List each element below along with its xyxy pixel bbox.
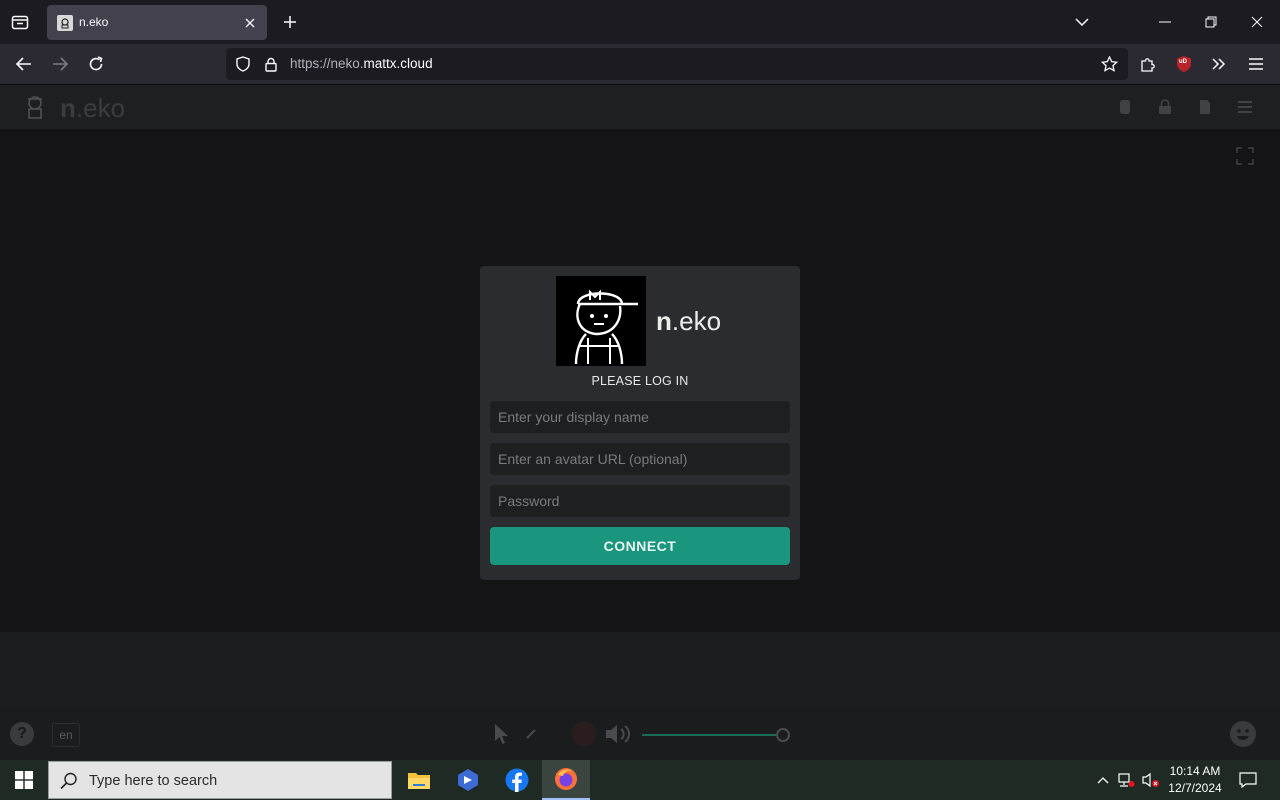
browser-tab-active[interactable]: n.eko <box>47 5 267 40</box>
file-icon[interactable] <box>1195 97 1215 117</box>
volume-muted-icon[interactable] <box>1141 770 1161 790</box>
notification-center-icon[interactable] <box>1236 768 1260 792</box>
search-icon <box>60 772 77 790</box>
new-tab-icon[interactable] <box>280 12 300 32</box>
volume-slider-track[interactable] <box>642 734 782 736</box>
chat-area <box>0 632 1280 706</box>
url-domain: mattx.cloud <box>363 56 433 71</box>
app-header: n.eko <box>0 85 1280 129</box>
minimize-icon[interactable] <box>1153 10 1177 34</box>
power-automate-icon[interactable] <box>444 760 492 800</box>
url-prefix: https://neko. <box>290 56 364 71</box>
help-glyph: ? <box>17 725 27 742</box>
more-tools-chevron-icon[interactable] <box>1207 52 1231 76</box>
list-all-tabs-icon[interactable] <box>1072 12 1092 32</box>
clock-date: 12/7/2024 <box>1168 781 1222 795</box>
show-hidden-icons-chevron-icon[interactable] <box>1093 770 1113 790</box>
login-brand-rest: .eko <box>671 306 722 336</box>
browser-nav-bar: https://neko.mattx.cloud uD <box>0 44 1280 85</box>
help-icon[interactable]: ? <box>10 722 34 746</box>
login-brand-bold: n <box>656 306 672 336</box>
menu-icon[interactable] <box>1235 97 1255 117</box>
network-icon[interactable] <box>1116 770 1136 790</box>
volume-icon[interactable] <box>604 722 638 746</box>
display-name-input[interactable] <box>490 401 790 433</box>
login-brand: n.eko <box>656 306 721 337</box>
language-select[interactable]: en <box>52 723 80 747</box>
extensions-puzzle-icon[interactable] <box>1136 52 1160 76</box>
hamburger-menu-icon[interactable] <box>1244 52 1268 76</box>
password-input[interactable] <box>490 485 790 517</box>
emoji-icon[interactable] <box>1230 721 1256 747</box>
url-text[interactable]: https://neko.mattx.cloud <box>290 56 433 71</box>
facebook-icon[interactable] <box>493 760 541 800</box>
bookmark-star-icon[interactable] <box>1100 55 1118 73</box>
keyboard-icon[interactable] <box>526 729 536 739</box>
volume-slider-thumb[interactable] <box>776 728 790 742</box>
taskbar-search-box[interactable]: Type here to search <box>48 761 392 799</box>
clock-time: 10:14 AM <box>1169 764 1221 778</box>
forward-icon[interactable] <box>48 52 72 76</box>
back-icon[interactable] <box>12 52 36 76</box>
browser-tab-strip: n.eko <box>0 0 1280 44</box>
avatar-url-input[interactable] <box>490 443 790 475</box>
record-icon[interactable] <box>572 722 596 746</box>
reload-icon[interactable] <box>84 52 108 76</box>
firefox-view-icon[interactable] <box>8 10 32 34</box>
login-heading: PLEASE LOG IN <box>591 374 689 388</box>
firefox-taskbar-icon[interactable] <box>542 760 590 800</box>
search-placeholder: Type here to search <box>89 773 218 789</box>
windows-taskbar: Type here to search 10:14 AM 12/7/2024 <box>0 760 1280 800</box>
taskbar-clock[interactable]: 10:14 AM 12/7/2024 <box>1160 763 1230 797</box>
lock-room-icon[interactable] <box>1155 97 1175 117</box>
tracking-protection-shield-icon[interactable] <box>234 55 252 73</box>
neko-favicon-icon <box>57 15 73 31</box>
lock-icon[interactable] <box>262 55 280 73</box>
fullscreen-icon[interactable] <box>1236 147 1254 165</box>
pointer-icon[interactable] <box>492 723 512 745</box>
controls-bar: ? en <box>0 706 1280 760</box>
app-logo-bold: n <box>60 93 76 123</box>
ublock-badge-text: uD <box>1179 59 1187 65</box>
ublock-origin-icon[interactable]: uD <box>1172 52 1196 76</box>
login-dialog: n.eko PLEASE LOG IN CONNECT <box>480 266 800 580</box>
url-bar[interactable]: https://neko.mattx.cloud <box>226 48 1128 80</box>
close-window-icon[interactable] <box>1245 10 1269 34</box>
restore-icon[interactable] <box>1199 10 1223 34</box>
connect-button[interactable]: CONNECT <box>490 527 790 565</box>
app-logo-rest: .eko <box>75 93 126 123</box>
app-logo-text: n.eko <box>60 93 125 124</box>
neko-mascot-logo <box>556 276 646 366</box>
close-tab-icon[interactable] <box>241 14 259 32</box>
file-explorer-icon[interactable] <box>395 760 443 800</box>
neko-logo-icon <box>28 96 42 119</box>
tab-title: n.eko <box>79 15 109 29</box>
windows-start-icon[interactable] <box>0 760 48 800</box>
server-icon[interactable] <box>1115 97 1135 117</box>
